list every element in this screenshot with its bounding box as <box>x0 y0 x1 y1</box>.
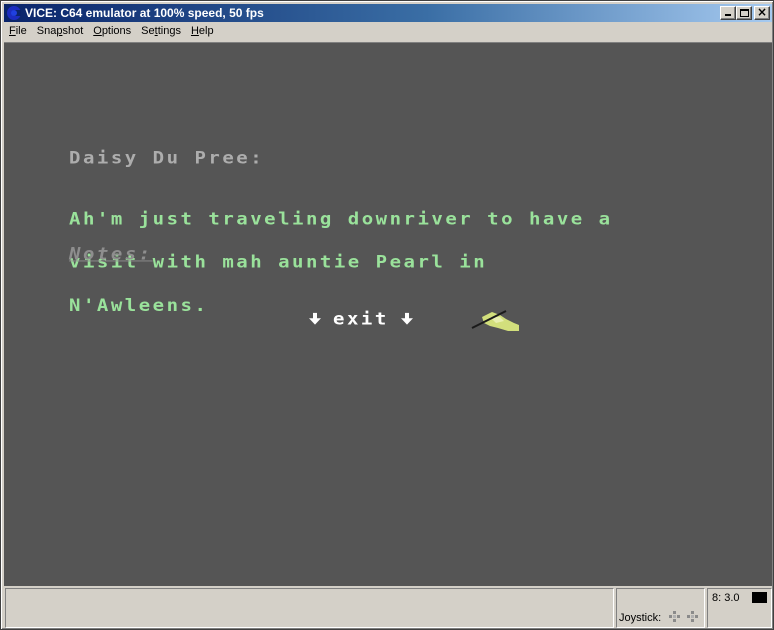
joystick-label: Joystick: <box>619 612 662 624</box>
vice-window: VICE: C64 emulator at 100% speed, 50 fps… <box>0 0 774 630</box>
joystick-port-1-icon <box>669 611 680 622</box>
speaker-name: Daisy Du Pree: <box>69 148 265 169</box>
maximize-button[interactable] <box>736 6 752 20</box>
status-bar: Joystick: 8: 3.0 <box>4 588 772 628</box>
close-icon: × <box>756 5 768 19</box>
maximize-icon <box>740 9 749 17</box>
drive-status-panel[interactable]: 8: 3.0 <box>707 588 772 628</box>
drive-led-icon <box>752 592 767 603</box>
menu-settings[interactable]: Settings <box>136 22 186 41</box>
menu-snapshot[interactable]: Snapshot <box>32 22 89 41</box>
menu-file[interactable]: File <box>4 22 32 41</box>
joystick-panel: Joystick: <box>616 588 705 628</box>
menu-bar: File Snapshot Options Settings Help <box>4 22 772 41</box>
quill-pen-icon <box>471 310 519 331</box>
window-controls: × <box>720 5 770 20</box>
menu-options[interactable]: Options <box>88 22 136 41</box>
down-arrow-icon <box>307 312 323 326</box>
exit-label: exit <box>333 309 389 330</box>
minimize-icon <box>725 14 731 16</box>
minimize-button[interactable] <box>720 6 736 20</box>
drive-track-label: 8: 3.0 <box>712 592 740 604</box>
title-bar[interactable]: VICE: C64 emulator at 100% speed, 50 fps… <box>4 4 772 22</box>
menu-help[interactable]: Help <box>186 22 219 41</box>
dialogue-line: Ah'm just traveling downriver to have a <box>69 209 613 229</box>
window-title: VICE: C64 emulator at 100% speed, 50 fps <box>25 6 264 20</box>
close-button[interactable]: × <box>754 5 770 20</box>
commodore-logo-icon[interactable] <box>6 5 22 21</box>
exit-button[interactable]: exit <box>307 309 415 330</box>
notes-label: Notes: <box>69 244 153 265</box>
joystick-port-2-icon <box>687 611 698 622</box>
down-arrow-icon <box>399 312 415 326</box>
status-message-panel <box>5 588 614 628</box>
c64-screen[interactable]: Daisy Du Pree: Ah'm just traveling downr… <box>4 42 772 586</box>
